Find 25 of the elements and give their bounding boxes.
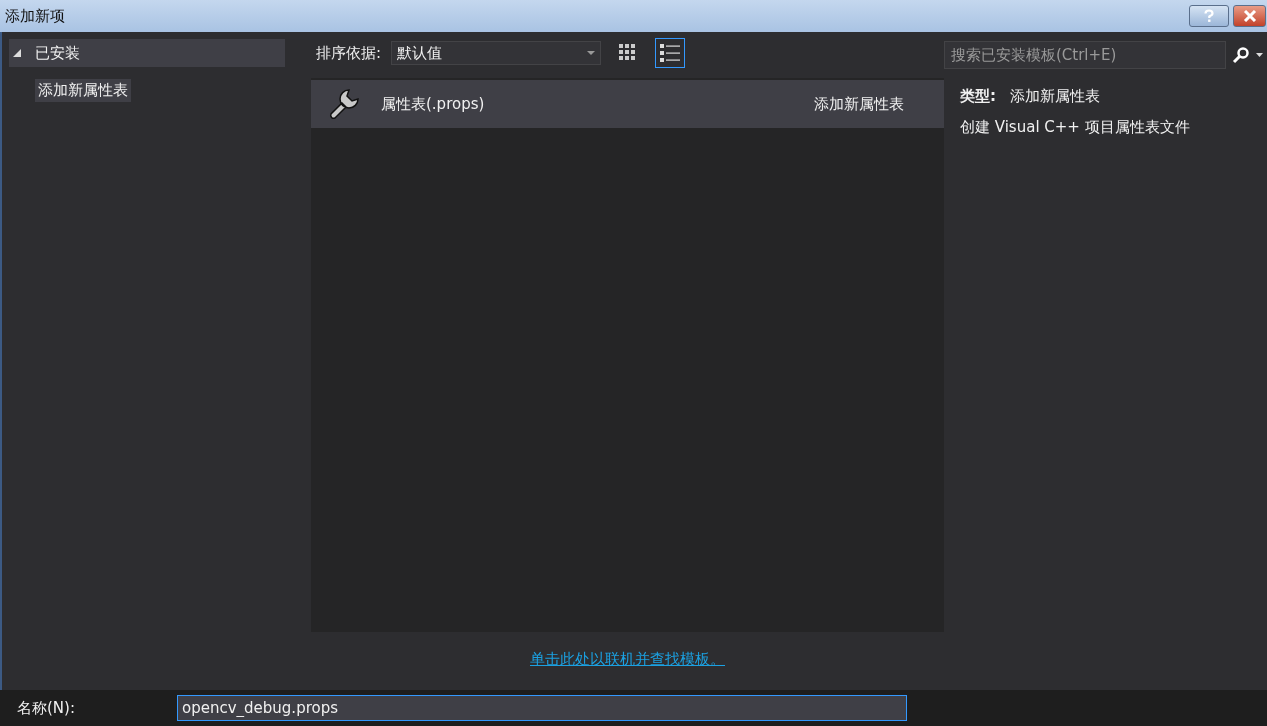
grid-icon bbox=[619, 44, 638, 62]
template-row[interactable]: 属性表(.props) 添加新属性表 bbox=[311, 80, 944, 128]
search-icon[interactable] bbox=[1232, 46, 1250, 64]
help-button[interactable] bbox=[1189, 5, 1229, 27]
dropdown-arrow-icon[interactable] bbox=[1256, 53, 1263, 57]
wrench-icon bbox=[327, 87, 361, 121]
list-view-button[interactable] bbox=[655, 38, 686, 68]
window-title: 添加新项 bbox=[5, 6, 65, 26]
tree-item[interactable]: 已安装 bbox=[9, 39, 285, 67]
search-field[interactable]: 搜索已安装模板(Ctrl+E) bbox=[944, 41, 1226, 69]
list-icon bbox=[660, 44, 681, 62]
question-mark-icon bbox=[1202, 9, 1216, 23]
template-description: 创建 Visual C++ 项目属性表文件 bbox=[960, 118, 1191, 137]
tree-item[interactable]: 添加新属性表 bbox=[35, 79, 131, 102]
close-button[interactable] bbox=[1233, 5, 1266, 27]
dropdown-arrow-icon bbox=[587, 51, 596, 55]
name-label: 名称(N): bbox=[16, 698, 76, 718]
expanded-triangle-icon bbox=[13, 49, 21, 57]
close-icon bbox=[1242, 10, 1257, 22]
sort-dropdown[interactable]: 默认值 bbox=[391, 41, 602, 65]
name-input-field[interactable]: opencv_debug.props bbox=[177, 695, 907, 721]
sort-label: 排序依据: bbox=[316, 43, 382, 63]
online-templates-link[interactable]: 单击此处以联机并查找模板。 bbox=[530, 650, 725, 669]
type-label: 类型: bbox=[960, 87, 996, 106]
type-value: 添加新属性表 bbox=[1010, 87, 1100, 106]
